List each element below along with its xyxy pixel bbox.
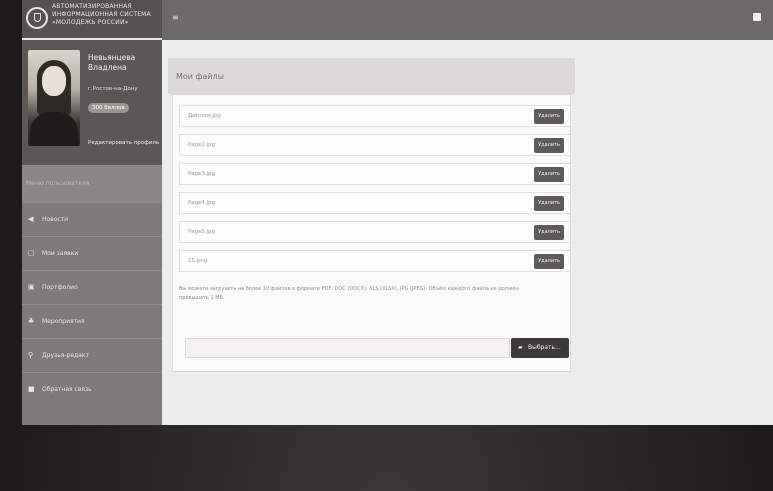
main-content: Мои файлы Диплом.jpg Удалить Page2.jpg У…	[168, 58, 575, 372]
brand-line: «МОЛОДЕЖЬ РОССИИ»	[52, 19, 129, 26]
delete-file-button[interactable]: Удалить	[534, 167, 564, 182]
user-icon[interactable]	[753, 13, 761, 21]
edit-profile-link[interactable]: Редактировать профиль	[88, 140, 159, 146]
feedback-icon: ■	[28, 385, 35, 393]
sidebar-section-label: Меню пользователя	[26, 180, 90, 187]
menu-toggle-icon[interactable]: ≡	[172, 14, 179, 22]
profile-surname: Невьянцева	[88, 53, 136, 62]
sidebar-section-title: Меню пользователя	[22, 165, 162, 202]
choose-file-label: Выбрать...	[528, 344, 561, 351]
events-icon: ♣	[28, 317, 35, 325]
monitor-frame: АВТОМАТИЗИРОВАННАЯ ИНФОРМАЦИОННАЯ СИСТЕМ…	[0, 0, 773, 491]
file-name[interactable]: Page4.jpg	[188, 200, 215, 206]
location-pin-icon: ⚲	[28, 351, 34, 359]
brand-title: АВТОМАТИЗИРОВАННАЯ ИНФОРМАЦИОННАЯ СИСТЕМ…	[52, 3, 164, 27]
top-bar: АВТОМАТИЗИРОВАННАЯ ИНФОРМАЦИОННАЯ СИСТЕМ…	[22, 0, 773, 40]
profile-firstname: Владлена	[88, 63, 127, 72]
file-row: Page5.jpg Удалить	[179, 221, 571, 243]
sidebar-item-label: Мероприятия	[42, 318, 85, 325]
points-badge: 300 баллов	[88, 103, 129, 113]
sidebar-item-label: Портфолио	[42, 284, 78, 291]
sidebar-item-applications[interactable]: ▢ Мои заявки	[22, 236, 162, 270]
file-name[interactable]: 15.png	[188, 258, 207, 264]
page-header: Мои файлы	[168, 58, 575, 94]
page-title: Мои файлы	[176, 72, 224, 81]
delete-file-button[interactable]: Удалить	[534, 225, 564, 240]
upload-hint-line: Вы можете загрузить не более 10 файлов в…	[179, 286, 519, 292]
news-icon: ◀	[28, 215, 34, 223]
upload-hint-line: превышать 1 МБ.	[179, 295, 225, 301]
sidebar-item-label: Обратная связь	[42, 386, 92, 393]
file-row: Диплом.jpg Удалить	[179, 105, 571, 127]
applications-icon: ▢	[28, 249, 35, 257]
sidebar-item-friends[interactable]: ⚲ Друзья-редакт	[22, 338, 162, 372]
file-row: Page3.jpg Удалить	[179, 163, 571, 185]
sidebar-item-label: Мои заявки	[42, 250, 79, 257]
brand-logo[interactable]: АВТОМАТИЗИРОВАННАЯ ИНФОРМАЦИОННАЯ СИСТЕМ…	[22, 0, 162, 40]
sidebar-item-label: Друзья-редакт	[42, 352, 89, 359]
brand-line: ИНФОРМАЦИОННАЯ СИСТЕМА	[52, 11, 151, 18]
delete-file-button[interactable]: Удалить	[534, 138, 564, 153]
folder-icon: ▰	[518, 344, 523, 351]
files-panel: Диплом.jpg Удалить Page2.jpg Удалить Pag…	[172, 94, 571, 372]
profile-city: г.Ростов-на-Дону	[88, 86, 138, 92]
file-name[interactable]: Page5.jpg	[188, 229, 215, 235]
app-window: АВТОМАТИЗИРОВАННАЯ ИНФОРМАЦИОННАЯ СИСТЕМ…	[22, 0, 773, 425]
sidebar-item-news[interactable]: ◀ Новости	[22, 202, 162, 236]
sidebar-item-feedback[interactable]: ■ Обратная связь	[22, 372, 162, 408]
file-name[interactable]: Диплом.jpg	[188, 113, 221, 119]
sidebar: Невьянцева Владлена г.Ростов-на-Дону 300…	[22, 40, 162, 425]
profile-name: Невьянцева Владлена	[88, 53, 158, 73]
sidebar-item-events[interactable]: ♣ Мероприятия	[22, 304, 162, 338]
file-row: Page2.jpg Удалить	[179, 134, 571, 156]
choose-file-button[interactable]: ▰ Выбрать...	[511, 338, 569, 358]
profile-card: Невьянцева Владлена г.Ростов-на-Дону 300…	[22, 40, 162, 165]
delete-file-button[interactable]: Удалить	[534, 109, 564, 124]
file-path-input[interactable]	[185, 338, 510, 358]
delete-file-button[interactable]: Удалить	[534, 196, 564, 211]
emblem-icon	[26, 7, 48, 29]
avatar	[28, 50, 80, 146]
sidebar-item-portfolio[interactable]: ▣ Портфолио	[22, 270, 162, 304]
delete-file-button[interactable]: Удалить	[534, 254, 564, 269]
portfolio-icon: ▣	[28, 283, 35, 291]
file-name[interactable]: Page2.jpg	[188, 142, 215, 148]
file-row: Page4.jpg Удалить	[179, 192, 571, 214]
upload-hint: Вы можете загрузить не более 10 файлов в…	[179, 285, 559, 303]
file-row: 15.png Удалить	[179, 250, 571, 272]
file-name[interactable]: Page3.jpg	[188, 171, 215, 177]
brand-line: АВТОМАТИЗИРОВАННАЯ	[52, 3, 132, 10]
sidebar-item-label: Новости	[42, 216, 69, 223]
